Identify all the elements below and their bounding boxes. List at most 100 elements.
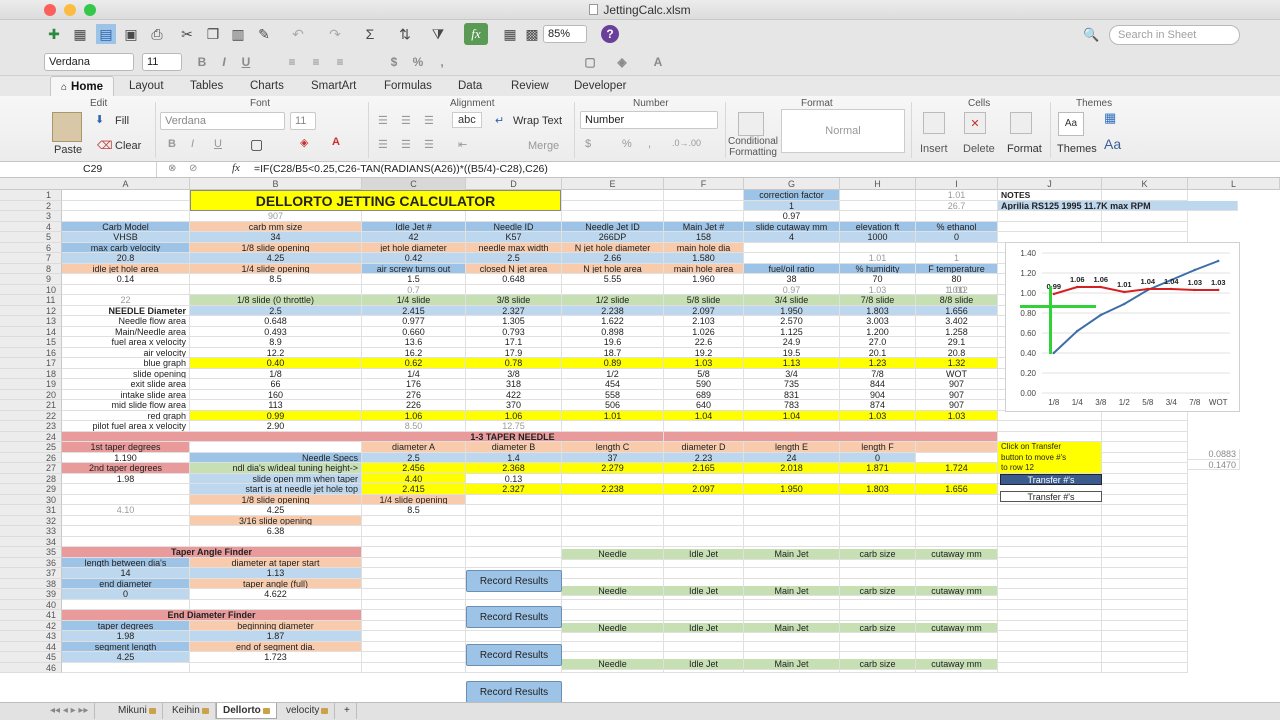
toolbox-icon[interactable]: ▩ [522, 24, 542, 44]
ribbon-highlight-icon[interactable]: ◈ [300, 136, 308, 149]
empty-cell[interactable] [466, 526, 562, 537]
header-cell[interactable]: N jet hole area [562, 263, 664, 274]
table-cell[interactable]: 1.03 [664, 358, 744, 369]
empty-cell[interactable] [840, 421, 916, 432]
table-cell[interactable]: 0.648 [190, 316, 362, 327]
table-cell[interactable]: 1.622 [562, 316, 664, 327]
empty-cell[interactable] [998, 547, 1102, 558]
paste-button[interactable]: Paste [54, 144, 82, 156]
table-cell[interactable]: 113 [190, 400, 362, 411]
empty-cell[interactable] [1102, 589, 1188, 600]
table-cell[interactable]: 3/8 [466, 368, 562, 379]
value-cell[interactable]: 4.622 [190, 589, 362, 600]
empty-cell[interactable] [840, 610, 916, 621]
row-number[interactable]: 8 [0, 263, 62, 274]
empty-cell[interactable] [362, 557, 466, 568]
format-painter-icon[interactable]: ✎ [254, 24, 274, 44]
empty-cell[interactable] [362, 211, 466, 222]
empty-cell[interactable] [840, 641, 916, 652]
cell-value[interactable]: 1 [744, 200, 840, 211]
empty-cell[interactable] [664, 641, 744, 652]
tab-layout[interactable]: Layout [129, 76, 164, 96]
empty-cell[interactable] [1102, 620, 1188, 631]
value-cell[interactable]: 0.97 [744, 284, 840, 295]
empty-cell[interactable] [744, 515, 840, 526]
table-cell[interactable]: 1.656 [916, 305, 998, 316]
empty-cell[interactable] [62, 484, 190, 495]
value-cell[interactable]: 4.25 [190, 505, 362, 516]
record-header-cell[interactable]: cutaway mm [916, 549, 998, 560]
row-number[interactable]: 25 [0, 442, 62, 453]
label-cell[interactable]: 1/4 slide opening [362, 494, 466, 505]
row-number[interactable]: 34 [0, 536, 62, 547]
header-cell[interactable]: diameter A [362, 442, 466, 453]
table-cell[interactable]: 1/2 [562, 368, 664, 379]
empty-cell[interactable] [998, 589, 1102, 600]
value-cell[interactable]: 2.165 [664, 463, 744, 474]
table-cell[interactable]: 370 [466, 400, 562, 411]
empty-cell[interactable] [562, 505, 664, 516]
jetting-chart[interactable]: 0.00 0.20 0.40 0.60 0.80 1.00 1.20 1.40 1/8 1/4 3/… [1005, 242, 1240, 412]
empty-cell[interactable] [466, 284, 562, 295]
record-results-button[interactable]: Record Results [466, 606, 562, 628]
empty-cell[interactable] [744, 253, 840, 264]
row-label-cell[interactable]: NEEDLE Diameter [62, 305, 190, 316]
table-cell[interactable]: 24.9 [744, 337, 840, 348]
table-cell[interactable]: 1.305 [466, 316, 562, 327]
empty-cell[interactable] [562, 568, 664, 579]
record-header-cell[interactable]: carb size [840, 622, 916, 633]
row-label-cell[interactable]: exit slide area [62, 379, 190, 390]
header-cell[interactable]: length C [562, 442, 664, 453]
paste-icon-large[interactable] [52, 112, 82, 142]
label-cell[interactable]: slide open mm when taper [190, 473, 362, 484]
value-cell[interactable]: 2.66 [562, 253, 664, 264]
empty-cell[interactable] [840, 599, 916, 610]
empty-cell[interactable] [466, 557, 562, 568]
value-cell[interactable]: 1 [916, 253, 998, 264]
search-icon[interactable]: 🔍 [1083, 25, 1107, 45]
value-cell[interactable]: 2.23 [664, 452, 744, 463]
table-cell[interactable]: 8.9 [190, 337, 362, 348]
value-cell[interactable]: 70 [840, 274, 916, 285]
table-cell[interactable]: 66 [190, 379, 362, 390]
empty-cell[interactable] [998, 232, 1102, 243]
empty-cell[interactable] [1102, 463, 1188, 474]
row-label-cell[interactable]: blue graph [62, 358, 190, 369]
table-cell[interactable]: 20.8 [916, 347, 998, 358]
ribbon-italic-button[interactable]: I [191, 138, 194, 150]
empty-cell[interactable] [466, 211, 562, 222]
empty-cell[interactable] [62, 536, 190, 547]
name-box[interactable]: C29 [42, 162, 157, 177]
row-number[interactable]: 40 [0, 599, 62, 610]
row-number[interactable]: 14 [0, 326, 62, 337]
redo-icon[interactable]: ↷ [325, 24, 345, 44]
empty-cell[interactable] [562, 200, 664, 211]
format-cells-button[interactable]: Format [1007, 143, 1042, 155]
table-cell[interactable]: 2.570 [744, 316, 840, 327]
empty-cell[interactable] [62, 599, 190, 610]
row-number[interactable]: 39 [0, 589, 62, 600]
undo-icon[interactable]: ↶ [288, 24, 308, 44]
empty-cell[interactable] [664, 211, 744, 222]
ribbon-indent-icon[interactable]: ⇤ [458, 138, 467, 151]
table-cell[interactable]: 13.6 [362, 337, 466, 348]
empty-cell[interactable] [916, 536, 998, 547]
cancel-formula-icon[interactable]: ⊗ [168, 163, 176, 174]
row-number[interactable]: 11 [0, 295, 62, 306]
row-number[interactable]: 15 [0, 337, 62, 348]
value-cell[interactable]: 158 [664, 232, 744, 243]
table-cell[interactable]: 558 [562, 389, 664, 400]
value-cell[interactable]: 34 [190, 232, 362, 243]
record-results-button[interactable]: Record Results [466, 570, 562, 592]
cell-value[interactable]: 1.01 [916, 190, 998, 201]
value-cell[interactable]: 4 [744, 232, 840, 243]
value-cell[interactable]: 1.724 [916, 463, 998, 474]
header-cell[interactable]: elevation ft [840, 221, 916, 232]
header-cell[interactable]: Carb Model [62, 221, 190, 232]
row-number[interactable]: 31 [0, 505, 62, 516]
table-cell[interactable]: 19.6 [562, 337, 664, 348]
record-results-button[interactable]: Record Results [466, 681, 562, 702]
table-cell[interactable]: 1.803 [840, 305, 916, 316]
slide-header-cell[interactable]: 7/8 slide [840, 295, 916, 306]
clear-button[interactable]: Clear [115, 140, 141, 152]
